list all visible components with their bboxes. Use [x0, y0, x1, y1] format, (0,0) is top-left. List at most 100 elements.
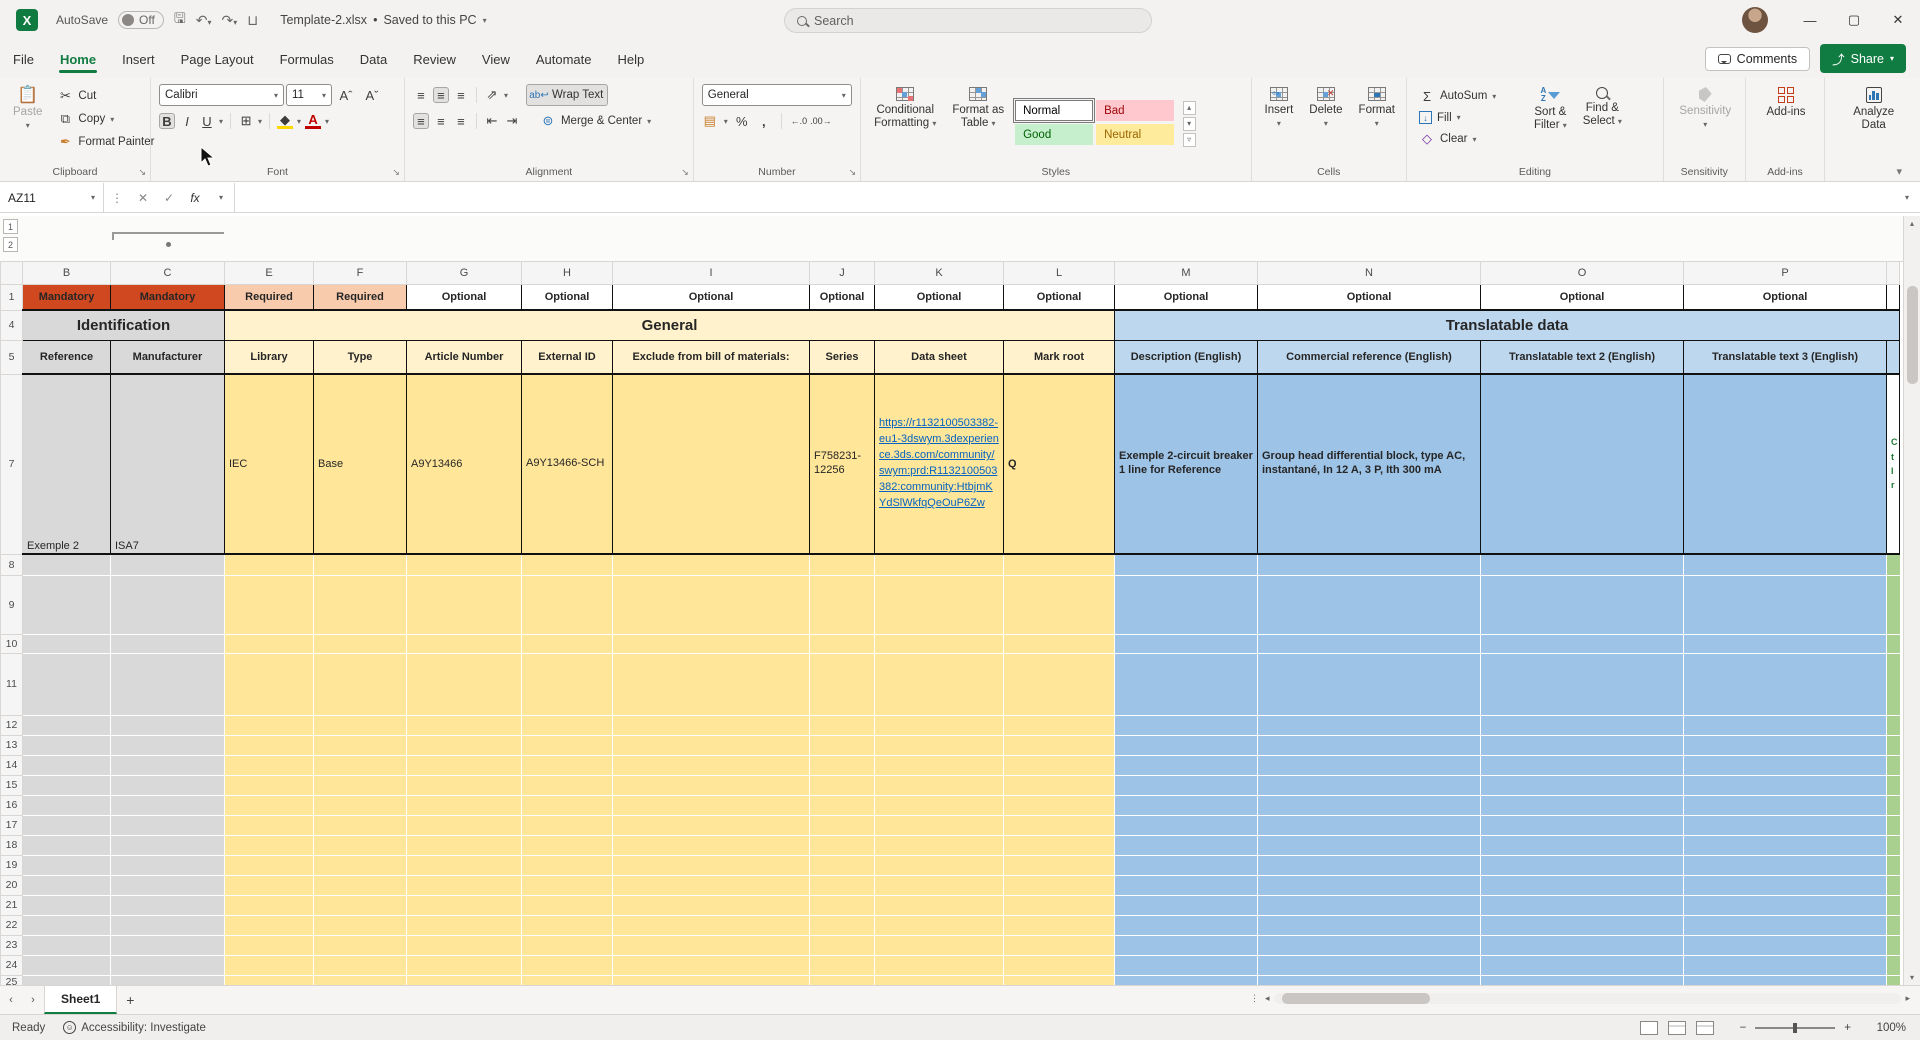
tab-review[interactable]: Review: [400, 44, 469, 75]
cell-r18-c3[interactable]: [314, 835, 407, 855]
cell-r1-c6[interactable]: Optional: [613, 284, 810, 310]
cell-r11-partial[interactable]: [1887, 653, 1900, 715]
cell-r16-c11[interactable]: [1258, 795, 1481, 815]
paste-button[interactable]: 📋 Paste▾: [8, 84, 47, 163]
cell-r12-c1[interactable]: [111, 715, 225, 735]
cell-r19-c0[interactable]: [23, 855, 111, 875]
cell-r15-c4[interactable]: [407, 775, 522, 795]
cell-r16-c3[interactable]: [314, 795, 407, 815]
document-title[interactable]: Template-2.xlsx• Saved to this PC▾: [280, 13, 486, 27]
cell-r11-c8[interactable]: [875, 653, 1004, 715]
cell-r21-c5[interactable]: [522, 895, 613, 915]
row-header-23[interactable]: 23: [1, 935, 23, 955]
accounting-format-icon[interactable]: ▤: [702, 113, 718, 129]
cell-r12-c3[interactable]: [314, 715, 407, 735]
cell-r10-partial[interactable]: [1887, 634, 1900, 653]
fill-button[interactable]: ↓Fill▾: [1415, 109, 1523, 126]
cell-r8-c0[interactable]: [23, 554, 111, 575]
cell-r7-c8[interactable]: https://r1132100503382-eu1-3dswym.3dexpe…: [875, 374, 1004, 554]
cell-r8-c12[interactable]: [1481, 554, 1684, 575]
cell-r12-c12[interactable]: [1481, 715, 1684, 735]
borders-icon[interactable]: ⊞: [238, 113, 254, 129]
cell-r22-c12[interactable]: [1481, 915, 1684, 935]
cell-r21-c10[interactable]: [1115, 895, 1258, 915]
cell-r1-c13[interactable]: Optional: [1684, 284, 1887, 310]
cell-r17-c0[interactable]: [23, 815, 111, 835]
cell-r9-c7[interactable]: [810, 575, 875, 634]
cell-r24-c6[interactable]: [613, 955, 810, 975]
cell-r19-c4[interactable]: [407, 855, 522, 875]
font-name-select[interactable]: Calibri▾: [159, 84, 284, 106]
cell-r16-c2[interactable]: [225, 795, 314, 815]
copy-button[interactable]: ⧉Copy▾: [53, 109, 158, 129]
cell-r20-c12[interactable]: [1481, 875, 1684, 895]
cell-r4-c2[interactable]: Translatable data: [1115, 310, 1900, 340]
cell-r8-partial[interactable]: [1887, 554, 1900, 575]
cell-r14-c13[interactable]: [1684, 755, 1887, 775]
comments-button[interactable]: Comments: [1705, 47, 1810, 71]
cell-r20-c0[interactable]: [23, 875, 111, 895]
cell-r11-c2[interactable]: [225, 653, 314, 715]
cell-r7-c11[interactable]: Group head differential block, type AC, …: [1258, 374, 1481, 554]
name-box-menu-icon[interactable]: ⋮: [104, 183, 130, 212]
cell-r12-partial[interactable]: [1887, 715, 1900, 735]
cell-r10-c11[interactable]: [1258, 634, 1481, 653]
column-header-K[interactable]: K: [875, 262, 1004, 284]
undo-icon[interactable]: ↶▾: [196, 12, 212, 29]
enter-entry-icon[interactable]: ✓: [156, 183, 182, 212]
cell-r9-c3[interactable]: [314, 575, 407, 634]
cell-r20-c4[interactable]: [407, 875, 522, 895]
cell-r5-c2[interactable]: Library: [225, 340, 314, 374]
cell-r20-c7[interactable]: [810, 875, 875, 895]
cell-r19-c5[interactable]: [522, 855, 613, 875]
cell-r19-c10[interactable]: [1115, 855, 1258, 875]
cell-r25-c13[interactable]: [1684, 975, 1887, 985]
align-middle-icon[interactable]: ≡: [433, 87, 449, 103]
cell-r1-c9[interactable]: Optional: [1004, 284, 1115, 310]
cell-r13-c2[interactable]: [225, 735, 314, 755]
cell-r13-c6[interactable]: [613, 735, 810, 755]
cell-r24-c11[interactable]: [1258, 955, 1481, 975]
cell-r14-c9[interactable]: [1004, 755, 1115, 775]
cell-r19-c13[interactable]: [1684, 855, 1887, 875]
cell-r1-c4[interactable]: Optional: [407, 284, 522, 310]
underline-button[interactable]: U: [199, 113, 215, 129]
redo-icon[interactable]: ↷▾: [222, 12, 238, 29]
cell-r15-c8[interactable]: [875, 775, 1004, 795]
cell-r22-c3[interactable]: [314, 915, 407, 935]
cell-r23-c7[interactable]: [810, 935, 875, 955]
cell-r12-c2[interactable]: [225, 715, 314, 735]
cell-r7-c4[interactable]: A9Y13466: [407, 374, 522, 554]
cell-r24-c10[interactable]: [1115, 955, 1258, 975]
cell-r22-c1[interactable]: [111, 915, 225, 935]
cell-r8-c9[interactable]: [1004, 554, 1115, 575]
cell-r15-partial[interactable]: [1887, 775, 1900, 795]
increase-decimal-icon[interactable]: ←.0: [791, 113, 807, 129]
cell-r25-c9[interactable]: [1004, 975, 1115, 985]
cell-r19-partial[interactable]: [1887, 855, 1900, 875]
cell-r7-c10[interactable]: Exemple 2-circuit breaker 1 line for Ref…: [1115, 374, 1258, 554]
cell-r24-c2[interactable]: [225, 955, 314, 975]
cell-r5-c10[interactable]: Description (English): [1115, 340, 1258, 374]
cell-r25-c3[interactable]: [314, 975, 407, 985]
cell-r15-c9[interactable]: [1004, 775, 1115, 795]
cell-r18-c10[interactable]: [1115, 835, 1258, 855]
cell-r14-c8[interactable]: [875, 755, 1004, 775]
cell-r1-partial[interactable]: [1887, 284, 1900, 310]
normal-view-button[interactable]: [1640, 1021, 1658, 1035]
cell-r22-c10[interactable]: [1115, 915, 1258, 935]
column-header-G[interactable]: G: [407, 262, 522, 284]
search-input[interactable]: Search: [784, 8, 1152, 33]
cell-r9-c8[interactable]: [875, 575, 1004, 634]
row-header-8[interactable]: 8: [1, 554, 23, 575]
row-header-11[interactable]: 11: [1, 653, 23, 715]
cell-r13-c10[interactable]: [1115, 735, 1258, 755]
cell-r21-c4[interactable]: [407, 895, 522, 915]
outline-level-1-button[interactable]: 1: [3, 219, 18, 234]
cell-r15-c3[interactable]: [314, 775, 407, 795]
cell-r8-c7[interactable]: [810, 554, 875, 575]
cell-r22-c5[interactable]: [522, 915, 613, 935]
cell-r23-c1[interactable]: [111, 935, 225, 955]
tab-help[interactable]: Help: [605, 44, 658, 75]
cell-r9-c10[interactable]: [1115, 575, 1258, 634]
